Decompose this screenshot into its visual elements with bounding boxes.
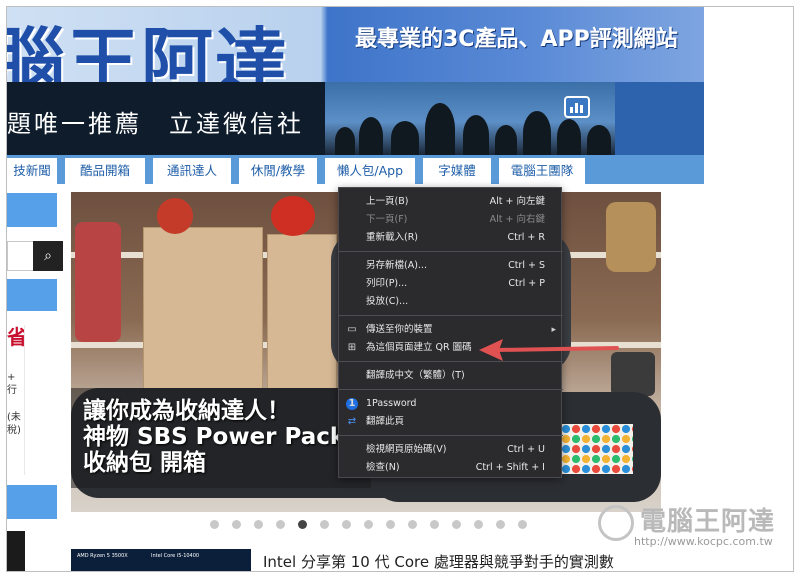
main-nav: 技新聞 酷品開箱 通訊達人 休閒/教學 懶人包/App 字媒體 電腦王團隊 — [7, 155, 704, 184]
tab-leisure[interactable]: 休閒/教學 — [239, 158, 317, 184]
slider-dot[interactable] — [430, 520, 439, 529]
site-tagline: 最專業的3C產品、APP評測網站 — [355, 27, 678, 52]
slider-dot[interactable] — [342, 520, 351, 529]
slider-dot[interactable] — [320, 520, 329, 529]
sidebar-block — [7, 485, 57, 519]
slider-dot[interactable] — [210, 520, 219, 529]
slider-dot[interactable] — [254, 520, 263, 529]
sidebar-ad[interactable]: 省 + 行 (未 稅) — [7, 325, 25, 475]
device-icon: ▭ — [347, 324, 357, 335]
slider-dot[interactable] — [474, 520, 483, 529]
search-icon: ⌕ — [44, 248, 52, 264]
bar-chart-icon — [564, 96, 590, 118]
site-header-banner[interactable]: 腦王阿達 最專業的3C產品、APP評測網站 — [7, 7, 704, 82]
slider-dot[interactable] — [452, 520, 461, 529]
tab-telecom[interactable]: 通訊達人 — [153, 158, 231, 184]
tab-unboxing[interactable]: 酷品開箱 — [65, 158, 145, 184]
sidebar-block — [7, 279, 57, 311]
context-menu: 上一頁(B) Alt + 向左鍵 下一頁(F) Alt + 向右鍵 重新載入(R… — [338, 187, 563, 478]
menu-item-cast[interactable]: 投放(C)... — [339, 293, 563, 311]
mascot-logo-icon — [598, 505, 634, 541]
browser-viewport: 腦王阿達 最專業的3C產品、APP評測網站 題唯一推薦 立達徵信社 技新聞 酷品… — [6, 6, 794, 572]
ad-banner-blue-panel — [615, 82, 704, 155]
slider-dot[interactable] — [298, 520, 307, 529]
menu-item-inspect[interactable]: 檢查(N) Ctrl + Shift + I — [339, 459, 563, 477]
translate-icon: ⇄ — [347, 416, 357, 427]
slider-dot[interactable] — [386, 520, 395, 529]
annotation-arrow-icon — [479, 339, 619, 361]
slider-dot[interactable] — [496, 520, 505, 529]
tab-digital-media[interactable]: 字媒體 — [423, 158, 491, 184]
sidebar-block — [7, 193, 57, 227]
article-thumbnail[interactable]: AMD Ryzen 5 3500X Intel Core i5-10400 — [71, 549, 251, 571]
slider-dot[interactable] — [276, 520, 285, 529]
search-button[interactable]: ⌕ — [33, 241, 63, 271]
sidebar-dark-block — [7, 531, 25, 571]
slider-dot[interactable] — [408, 520, 417, 529]
menu-item-print[interactable]: 列印(P)... Ctrl + P — [339, 275, 563, 293]
menu-item-back[interactable]: 上一頁(B) Alt + 向左鍵 — [339, 193, 563, 211]
ad-banner-crowd-image — [325, 82, 615, 155]
site-logo-text: 腦王阿達 — [7, 20, 290, 82]
qr-code-icon: ⊞ — [347, 342, 357, 353]
search-input[interactable] — [7, 241, 33, 271]
menu-item-translate-chinese[interactable]: 翻譯成中文（繁體）(T) — [339, 367, 563, 385]
menu-item-view-source[interactable]: 檢視網頁原始碼(V) Ctrl + U — [339, 441, 563, 459]
tab-tech-news[interactable]: 技新聞 — [7, 158, 57, 184]
watermark: 電腦王阿達 http://www.kocpc.com.tw — [598, 501, 788, 555]
menu-item-forward[interactable]: 下一頁(F) Alt + 向右鍵 — [339, 211, 563, 229]
slide-caption[interactable]: 讓你成為收納達人！ 神物 SBS Power Pack 收納包 開箱 — [83, 398, 345, 476]
tab-app[interactable]: 懶人包/App — [325, 158, 415, 184]
menu-item-1password[interactable]: 1 1Password — [339, 395, 563, 413]
slider-dot[interactable] — [364, 520, 373, 529]
tab-team[interactable]: 電腦王團隊 — [499, 158, 585, 184]
slider-dot[interactable] — [518, 520, 527, 529]
ad-banner-slogan: 題唯一推薦 立達徵信社 — [7, 110, 304, 138]
menu-item-save-as[interactable]: 另存新檔(A)... Ctrl + S — [339, 257, 563, 275]
slider-dot[interactable] — [232, 520, 241, 529]
menu-item-translate-page[interactable]: ⇄ 翻譯此頁 — [339, 413, 563, 431]
ad-banner[interactable]: 題唯一推薦 立達徵信社 — [7, 82, 704, 155]
article-headline[interactable]: Intel 分享第 10 代 Core 處理器與競爭對手的實測數 — [263, 551, 614, 571]
1password-icon: 1 — [346, 398, 358, 410]
menu-item-reload[interactable]: 重新載入(R) Ctrl + R — [339, 229, 563, 247]
